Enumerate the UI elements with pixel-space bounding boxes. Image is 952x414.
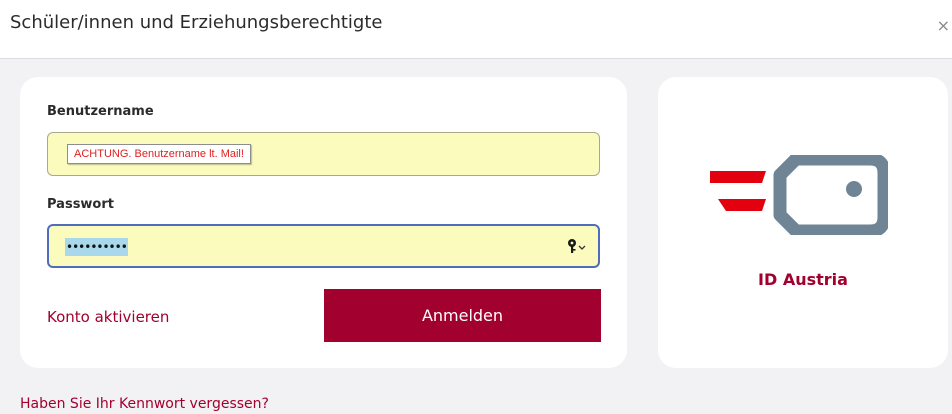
- id-austria-logo-icon: [710, 155, 888, 235]
- key-icon[interactable]: [566, 237, 588, 255]
- username-label: Benutzername: [47, 104, 154, 119]
- password-value: ••••••••••: [65, 238, 128, 256]
- dialog-header: Schüler/innen und Erziehungsberechtigte …: [0, 0, 952, 59]
- password-input[interactable]: ••••••••••: [47, 224, 600, 268]
- dialog-title: Schüler/innen und Erziehungsberechtigte: [10, 12, 383, 33]
- close-icon[interactable]: ×: [937, 16, 950, 35]
- forgot-password-link[interactable]: Haben Sie Ihr Kennwort vergessen?: [20, 396, 269, 412]
- id-austria-label: ID Austria: [758, 270, 848, 289]
- login-card: Benutzername ACHTUNG. Benutzername lt. M…: [20, 77, 627, 368]
- username-input[interactable]: ACHTUNG. Benutzername lt. Mail!: [47, 132, 600, 176]
- id-austria-card[interactable]: ID Austria: [658, 77, 948, 368]
- password-label: Passwort: [47, 197, 114, 212]
- login-button[interactable]: Anmelden: [324, 289, 601, 342]
- activate-account-link[interactable]: Konto aktivieren: [47, 308, 169, 326]
- username-tooltip: ACHTUNG. Benutzername lt. Mail!: [67, 144, 251, 164]
